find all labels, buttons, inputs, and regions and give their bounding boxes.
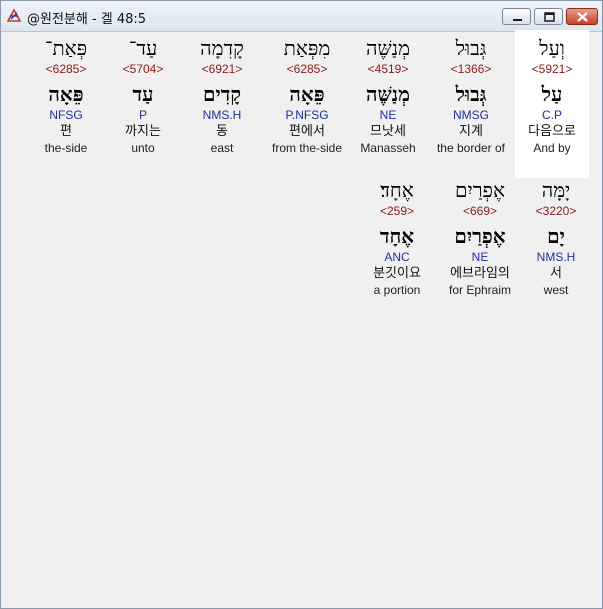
english-gloss: west: [543, 283, 569, 297]
strong-number: <4519>: [367, 62, 409, 76]
app-icon[interactable]: [5, 7, 23, 25]
hebrew-word: פְּאַת־: [44, 36, 88, 60]
word-cell[interactable]: עַד־ <5704> עַד P 까지는 unto: [103, 36, 183, 157]
minimize-button[interactable]: [502, 8, 531, 25]
morphology-code: NFSG: [49, 108, 83, 122]
korean-gloss: 분깃이요: [373, 266, 421, 281]
korean-gloss: 까지는: [125, 124, 161, 139]
strong-number: <1366>: [450, 62, 492, 76]
english-gloss: from the-side: [271, 141, 343, 155]
strong-number: <3220>: [535, 204, 577, 218]
korean-gloss: 다음으로: [528, 124, 576, 139]
hebrew-word: מְנַשֶּׁה: [365, 36, 411, 60]
korean-gloss: 에브라임의: [450, 266, 510, 281]
hebrew-word: קָדִמָה: [200, 36, 244, 60]
word-cell[interactable]: מִפְּאַת <6285> פֵּאָה P.NFSG 편에서 from t…: [263, 36, 351, 157]
word-cell[interactable]: קָדִמָה <6921> קָדִים NMS.H 동 east: [182, 36, 262, 157]
word-cell[interactable]: מְנַשֶּׁה <4519> מְנַשֶּׁה NE 므낫세 Manass…: [348, 36, 428, 157]
morphology-code: NMS.H: [536, 250, 576, 264]
close-icon: [577, 12, 588, 22]
maximize-icon: [544, 12, 555, 22]
close-button[interactable]: [566, 8, 598, 25]
morphology-code: ANC: [384, 250, 410, 264]
word-cell[interactable]: אֶחָד׃ <259> אֶחָד ANC 분깃이요 a portion: [357, 178, 437, 299]
hebrew-lemma: פֵּאָה: [289, 82, 325, 106]
korean-gloss: 편에서: [289, 124, 325, 139]
hebrew-word: אֶחָד׃: [380, 178, 414, 202]
hebrew-lemma: גְּבוּל: [455, 82, 487, 106]
strong-number: <6921>: [201, 62, 243, 76]
maximize-button[interactable]: [534, 8, 563, 25]
hebrew-word: מִפְּאַת: [283, 36, 331, 60]
english-gloss: a portion: [373, 283, 421, 297]
hebrew-lemma: עַד: [132, 82, 154, 106]
korean-gloss: 편: [60, 124, 72, 139]
strong-number: <6285>: [45, 62, 87, 76]
strong-number: <6285>: [286, 62, 328, 76]
hebrew-lemma: פֵּאָה: [48, 82, 84, 106]
strong-number: <5704>: [122, 62, 164, 76]
word-analysis-panel: וְעַל <5921> עַל C.P 다음으로 And by גְּבוּל…: [2, 30, 600, 607]
morphology-code: P: [138, 108, 147, 122]
hebrew-word: יָמָּה: [541, 178, 571, 202]
hebrew-word: עַד־: [128, 36, 158, 60]
morphology-code: NE: [379, 108, 397, 122]
english-gloss: for Ephraim: [448, 283, 512, 297]
word-cell[interactable]: פְּאַת־ <6285> פֵּאָה NFSG 편 the-side: [26, 36, 106, 157]
hebrew-lemma: עַל: [541, 82, 563, 106]
app-window: @원전분해 - 겔 48:5 וְעַל <5921> עַל C.P 다음으로…: [0, 0, 603, 609]
english-gloss: And by: [533, 141, 571, 155]
hebrew-word: אֶפְרַיִם: [454, 178, 506, 202]
korean-gloss: 동: [216, 124, 228, 139]
strong-number: <5921>: [531, 62, 573, 76]
hebrew-lemma: מְנַשֶּׁה: [365, 82, 411, 106]
hebrew-lemma: יָם: [547, 224, 565, 248]
morphology-code: NMS.H: [202, 108, 242, 122]
english-gloss: unto: [131, 141, 155, 155]
english-gloss: the border of: [436, 141, 506, 155]
word-cell[interactable]: אֶפְרַיִם <669> אֶפְרַיִם NE 에브라임의 for E…: [440, 178, 520, 299]
hebrew-word: גְּבוּל: [455, 36, 487, 60]
morphology-code: NMSG: [453, 108, 489, 122]
morphology-code: NE: [471, 250, 489, 264]
minimize-icon: [513, 19, 522, 21]
morphology-code: C.P: [541, 108, 562, 122]
strong-number: <259>: [379, 204, 415, 218]
hebrew-lemma: אֶחָד: [379, 224, 415, 248]
window-title: @원전분해 - 겔 48:5: [27, 12, 147, 27]
morphology-code: P.NFSG: [285, 108, 329, 122]
hebrew-lemma: אֶפְרַיִם: [454, 224, 506, 248]
word-cell[interactable]: יָמָּה <3220> יָם NMS.H 서 west: [516, 178, 596, 299]
english-gloss: the-side: [44, 141, 88, 155]
english-gloss: east: [210, 141, 234, 155]
hebrew-lemma: קָדִים: [202, 82, 242, 106]
word-cell[interactable]: וְעַל <5921> עַל C.P 다음으로 And by: [515, 30, 589, 178]
title-bar[interactable]: @원전분해 - 겔 48:5: [1, 1, 602, 32]
korean-gloss: 므낫세: [370, 124, 406, 139]
english-gloss: Manasseh: [360, 141, 416, 155]
hebrew-word: וְעַל: [539, 36, 565, 60]
korean-gloss: 지계: [459, 124, 483, 139]
korean-gloss: 서: [550, 266, 562, 281]
strong-number: <669>: [462, 204, 498, 218]
word-cell[interactable]: גְּבוּל <1366> גְּבוּל NMSG 지계 the borde…: [431, 36, 511, 157]
